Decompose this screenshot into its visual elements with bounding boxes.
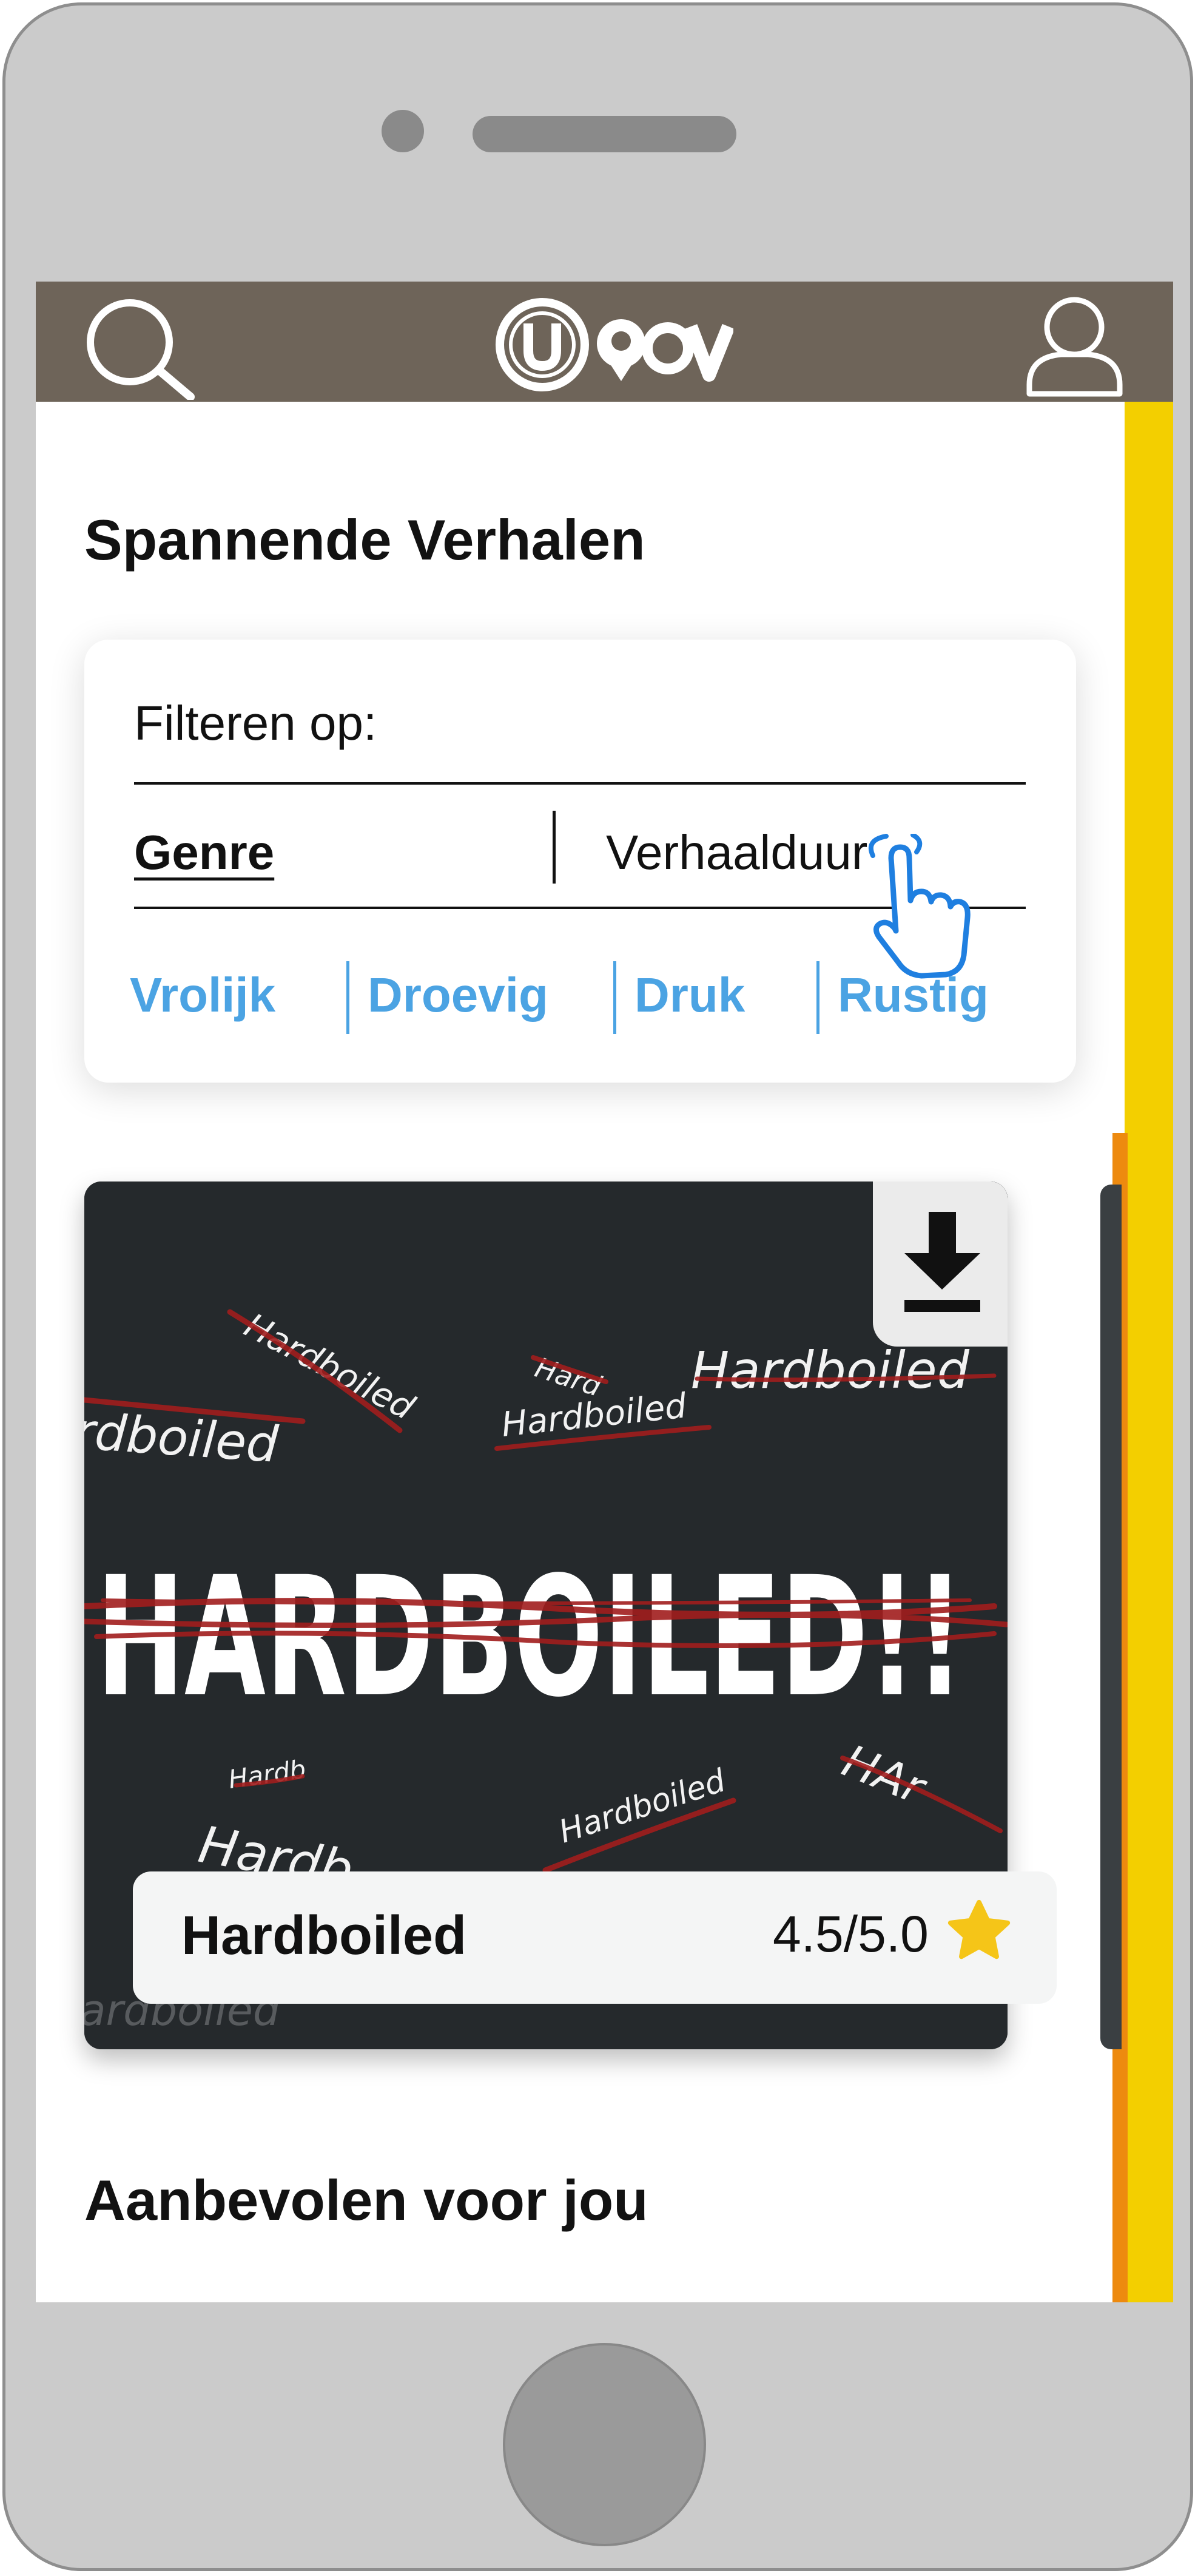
phone-home-button[interactable] [503, 2343, 706, 2546]
phone-frame: Spannende Verhalen Filteren op: Genre Ve… [2, 2, 1193, 2571]
search-icon [87, 299, 195, 401]
download-icon [904, 1212, 980, 1312]
divider-line [134, 782, 1026, 785]
filter-label: Filteren op: [134, 696, 377, 750]
speaker-slot [473, 116, 736, 152]
search-button[interactable] [81, 294, 197, 401]
app-logo [496, 298, 733, 391]
app-screen: Spannende Verhalen Filteren op: Genre Ve… [36, 282, 1173, 2302]
filter-card: Filteren op: Genre Verhaalduur Vrolijk D… [84, 640, 1076, 1083]
tab-divider [553, 811, 556, 884]
cover-title-text: HARDBOILED!! [96, 1542, 964, 1734]
section-title-aanbevolen: Aanbevolen voor jou [84, 2168, 648, 2232]
story-rating: 4.5/5.0 [773, 1905, 929, 1962]
tab-verhaalduur[interactable]: Verhaalduur [606, 825, 867, 881]
filter-chip-vrolijk[interactable]: Vrolijk [130, 967, 275, 1023]
svg-text:Hardboiled: Hardboiled [691, 1340, 970, 1400]
story-info-bar: Hardboiled 4.5/5.0 [133, 1871, 1057, 2004]
chip-separator [346, 961, 349, 1034]
download-button[interactable] [873, 1182, 1008, 1347]
app-header [36, 282, 1173, 402]
star-icon [947, 1899, 1011, 1959]
profile-button[interactable] [1025, 294, 1125, 397]
camera-dot [382, 110, 424, 152]
tab-genre[interactable]: Genre [134, 825, 274, 881]
chip-separator [613, 961, 616, 1034]
story-title: Hardboiled [181, 1905, 467, 1966]
filter-chip-droevig[interactable]: Droevig [368, 967, 548, 1023]
filter-chip-druk[interactable]: Druk [634, 967, 745, 1023]
chip-separator [816, 961, 819, 1034]
section-title-spannende-verhalen: Spannende Verhalen [84, 508, 645, 572]
next-story-card-peek[interactable] [1100, 1185, 1122, 2049]
user-icon [1026, 297, 1123, 397]
tap-hand-icon [868, 834, 971, 979]
side-accent-yellow [1125, 402, 1173, 2302]
